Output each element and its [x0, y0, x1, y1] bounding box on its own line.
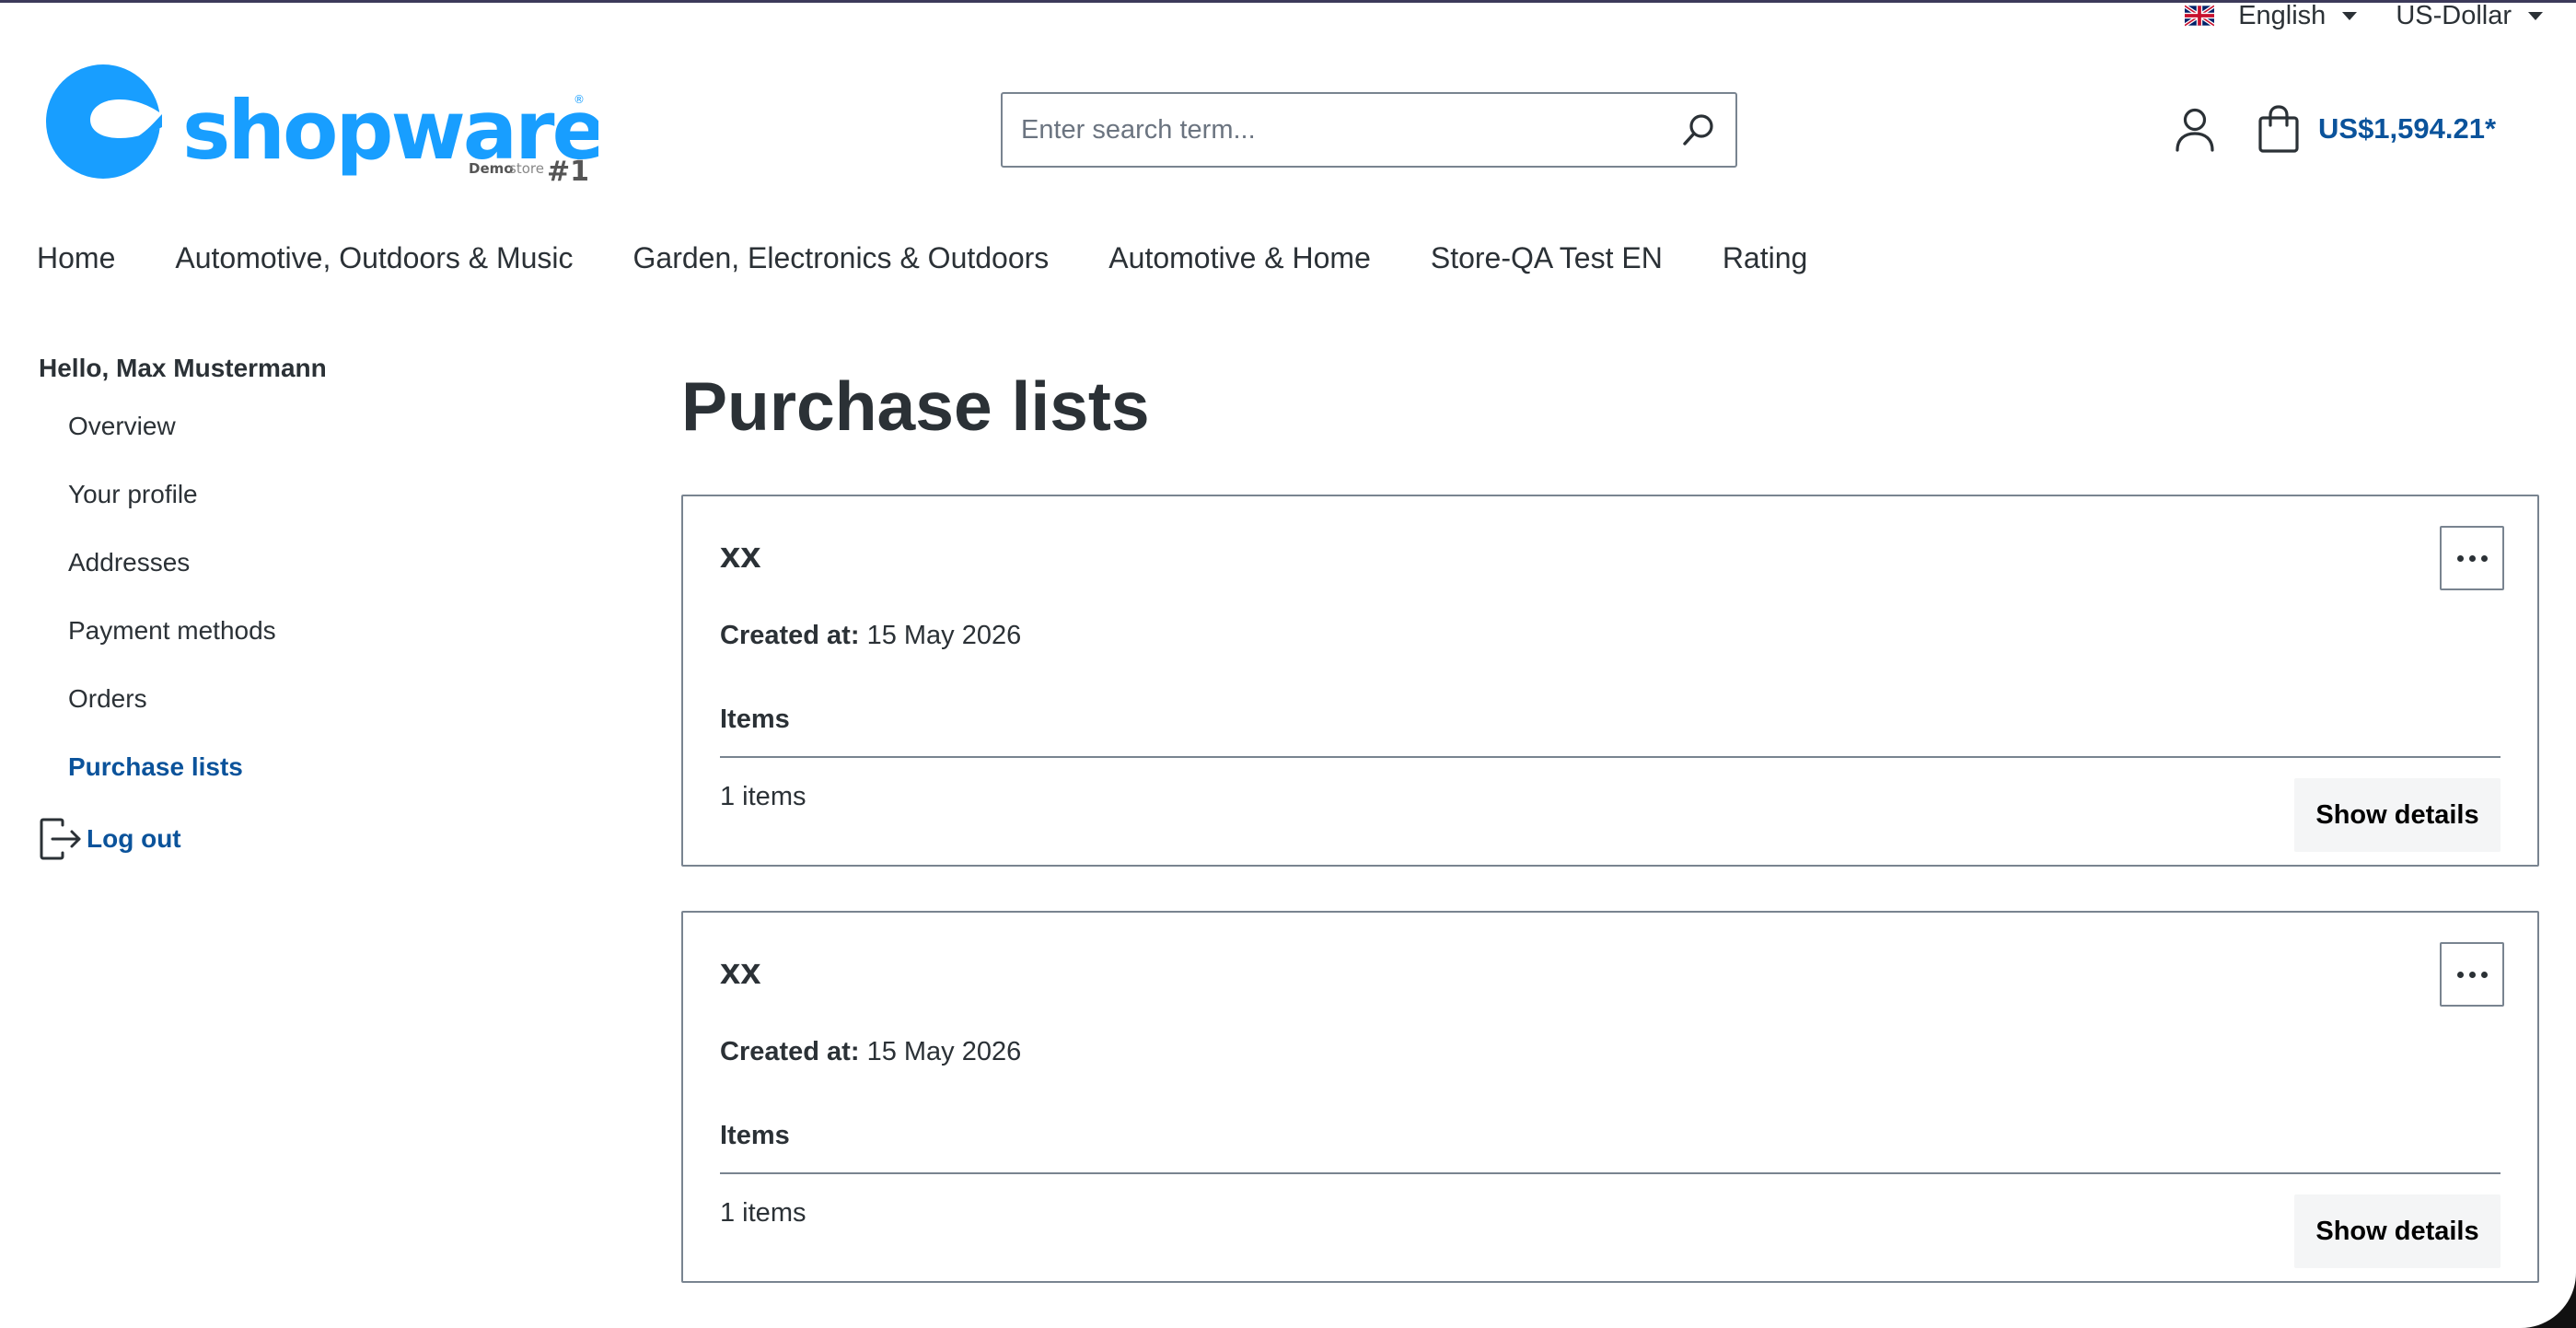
- items-count: 1 items: [720, 782, 806, 811]
- svg-text:®: ®: [574, 93, 585, 106]
- sidebar-item-orders[interactable]: Orders: [39, 665, 554, 733]
- dot-icon: [2456, 971, 2464, 978]
- dot-icon: [2468, 971, 2476, 978]
- divider: [720, 1172, 2501, 1174]
- nav-item-garden-electronics-outdoors[interactable]: Garden, Electronics & Outdoors: [633, 241, 1050, 275]
- user-icon: [2176, 108, 2214, 152]
- logo-sub-store: store: [509, 160, 544, 177]
- show-details-button[interactable]: Show details: [2294, 778, 2501, 852]
- logout-icon: [40, 818, 81, 860]
- show-details-button[interactable]: Show details: [2294, 1194, 2501, 1268]
- dot-icon: [2480, 971, 2488, 978]
- dot-icon: [2468, 554, 2476, 562]
- logout-link[interactable]: Log out: [39, 807, 554, 871]
- window-corner: [2521, 1273, 2576, 1328]
- nav-item-automotive-outdoors-music[interactable]: Automotive, Outdoors & Music: [175, 241, 573, 275]
- more-options-button[interactable]: [2440, 526, 2504, 590]
- created-at-label: Created at:: [720, 621, 860, 650]
- search-icon: [1683, 114, 1713, 146]
- nav-item-rating[interactable]: Rating: [1723, 241, 1808, 275]
- logo-sub-number: #1: [547, 156, 589, 184]
- items-heading: Items: [720, 705, 790, 734]
- cart-button[interactable]: US$1,594.21*: [2257, 99, 2496, 158]
- purchase-list-card: xx Created at: 15 May 2026 Items 1 items…: [681, 495, 2539, 867]
- items-heading: Items: [720, 1121, 790, 1150]
- currency-dropdown[interactable]: US-Dollar: [2396, 1, 2543, 31]
- language-dropdown[interactable]: English: [2185, 0, 2358, 31]
- created-at-value: 15 May 2026: [866, 621, 1022, 650]
- search-bar: [1001, 92, 1737, 168]
- page-title: Purchase lists: [681, 367, 1150, 445]
- purchase-list-name: xx: [720, 535, 761, 576]
- purchase-list-card: xx Created at: 15 May 2026 Items 1 items…: [681, 911, 2539, 1283]
- sidebar-item-profile[interactable]: Your profile: [39, 460, 554, 529]
- nav-item-store-qa-test[interactable]: Store-QA Test EN: [1431, 241, 1663, 275]
- more-options-button[interactable]: [2440, 942, 2504, 1007]
- shopping-bag-icon: [2258, 105, 2299, 153]
- sidebar-item-purchase-lists[interactable]: Purchase lists: [39, 733, 554, 801]
- top-bar: English US-Dollar: [2185, 0, 2543, 31]
- created-at: Created at: 15 May 2026: [720, 621, 1021, 651]
- dot-icon: [2456, 554, 2464, 562]
- sidebar-item-overview[interactable]: Overview: [39, 392, 554, 460]
- chevron-down-icon: [2528, 11, 2543, 20]
- uk-flag-icon: [2185, 5, 2215, 27]
- search-button[interactable]: [1662, 94, 1735, 166]
- purchase-list-name: xx: [720, 951, 761, 992]
- logo-sub-demo: Demo: [469, 160, 514, 177]
- currency-label: US-Dollar: [2396, 0, 2512, 30]
- nav-item-automotive-home[interactable]: Automotive & Home: [1108, 241, 1371, 275]
- shopware-logo[interactable]: shopware ® Demo store #1: [46, 63, 598, 184]
- account-button[interactable]: [2171, 103, 2219, 157]
- nav-item-home[interactable]: Home: [37, 241, 115, 275]
- created-at-value: 15 May 2026: [866, 1037, 1022, 1066]
- created-at: Created at: 15 May 2026: [720, 1037, 1021, 1067]
- logout-label: Log out: [87, 824, 181, 853]
- greeting: Hello, Max Mustermann: [39, 354, 327, 382]
- sidebar-item-addresses[interactable]: Addresses: [39, 529, 554, 597]
- cart-total: US$1,594.21*: [2318, 112, 2497, 145]
- language-label: English: [2238, 0, 2327, 30]
- divider: [720, 756, 2501, 758]
- items-count: 1 items: [720, 1198, 806, 1228]
- dot-icon: [2480, 554, 2488, 562]
- search-input[interactable]: [1003, 94, 1662, 166]
- sidebar-item-payment-methods[interactable]: Payment methods: [39, 597, 554, 665]
- created-at-label: Created at:: [720, 1037, 860, 1066]
- main-navigation: Home Automotive, Outdoors & Music Garden…: [37, 241, 1867, 275]
- chevron-down-icon: [2342, 11, 2358, 20]
- account-sidebar: Hello, Max Mustermann Overview Your prof…: [39, 354, 554, 871]
